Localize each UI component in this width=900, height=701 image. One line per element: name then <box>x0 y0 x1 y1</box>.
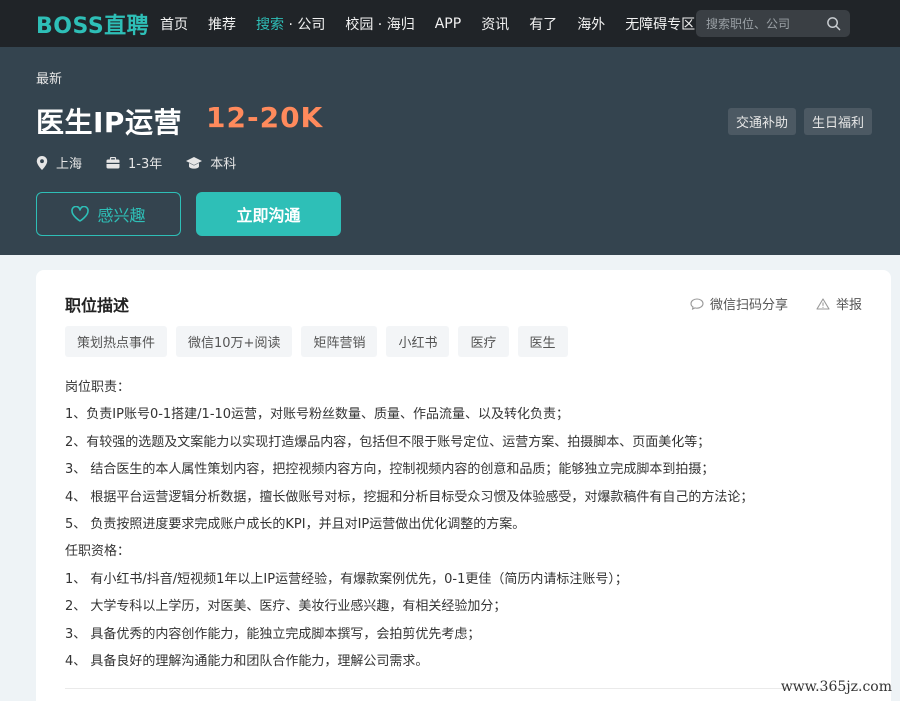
job-detail-card: 职位描述 微信扫码分享 举报 策划热点事件 微信10万+阅读 矩阵营销 小红书 … <box>36 270 891 701</box>
job-meta: 上海 1-3年 本科 <box>36 153 260 172</box>
requirement-line: 3、 具备优秀的内容创作能力，能独立完成脚本撰写，会拍剪优先考虑； <box>65 626 481 642</box>
search-box[interactable] <box>696 10 850 37</box>
description-line: 3、 结合医生的本人属性策划内容，把控视频内容方向，控制视频内容的创意和品质；能… <box>65 462 715 478</box>
nav-item-app[interactable]: APP <box>435 16 461 32</box>
interest-label: 感兴趣 <box>97 206 146 225</box>
skill-tag: 小红书 <box>386 326 450 357</box>
chat-label: 立即沟通 <box>236 206 301 225</box>
briefcase-icon <box>106 156 120 168</box>
skill-tag: 医生 <box>517 326 568 357</box>
description-heading: 岗位职责： <box>65 380 131 395</box>
description-line: 4、 根据平台运营逻辑分析数据，擅长做账号对标，挖掘和分析目标受众习惯及体验感受… <box>65 489 754 505</box>
requirements-heading: 任职资格： <box>65 544 131 560</box>
experience: 1-3年 <box>106 153 162 172</box>
experience-text: 1-3年 <box>128 157 163 172</box>
nav-item-overseas[interactable]: 海外 <box>577 14 605 34</box>
graduation-cap-icon <box>186 156 203 169</box>
search-icon[interactable] <box>826 16 841 31</box>
skill-tags: 策划热点事件 微信10万+阅读 矩阵营销 小红书 医疗 医生 <box>65 326 568 357</box>
nav-item-search[interactable]: 搜索 · 公司 <box>256 14 325 34</box>
top-navigation: BOSS直聘 首页 推荐 搜索 · 公司 校园 · 海归 APP 资讯 有了 海… <box>0 0 900 47</box>
search-input[interactable] <box>706 16 821 31</box>
location-pin-icon <box>36 155 48 170</box>
requirement-line: 1、 有小红书/抖音/短视频1年以上IP运营经验，有爆款案例优先，0-1更佳（简… <box>65 571 628 587</box>
location-text: 上海 <box>56 157 83 172</box>
logo[interactable]: BOSS直聘 <box>36 8 149 40</box>
nav-item-home[interactable]: 首页 <box>160 14 188 34</box>
location: 上海 <box>36 153 82 172</box>
nav-item-youle[interactable]: 有了 <box>529 14 557 34</box>
requirement-line: 4、 具备良好的理解沟通能力和团队合作能力，理解公司需求。 <box>65 653 429 669</box>
description-line: 5、 负责按照进度要求完成账户成长的KPI，并且对IP运营做出优化调整的方案。 <box>65 516 526 532</box>
nav-item-search-label[interactable]: 搜索 <box>256 17 284 33</box>
warning-icon <box>816 297 830 310</box>
nav-item-recommend[interactable]: 推荐 <box>208 14 236 34</box>
card-actions: 微信扫码分享 举报 <box>662 294 862 313</box>
divider <box>65 688 861 689</box>
skill-tag: 微信10万+阅读 <box>176 326 293 357</box>
salary: 12-20K <box>206 101 324 134</box>
benefit-tag: 交通补助 <box>727 108 796 135</box>
chat-now-button[interactable]: 立即沟通 <box>196 192 341 236</box>
benefit-tags: 交通补助 生日福利 <box>727 108 872 135</box>
nav-item-accessibility[interactable]: 无障碍专区 <box>625 14 695 34</box>
chat-bubble-icon <box>690 297 704 310</box>
section-title: 职位描述 <box>65 296 130 315</box>
nav-item-company[interactable]: · 公司 <box>288 17 325 33</box>
interest-button[interactable]: 感兴趣 <box>36 192 181 236</box>
wechat-share-button[interactable]: 微信扫码分享 <box>690 294 788 313</box>
job-description: 岗位职责： 1、负责IP账号0-1搭建/1-10运营，对账号粉丝数量、质量、作品… <box>65 374 865 675</box>
skill-tag: 矩阵营销 <box>301 326 378 357</box>
description-line: 1、负责IP账号0-1搭建/1-10运营，对账号粉丝数量、质量、作品流量、以及转… <box>65 407 570 423</box>
report-label: 举报 <box>835 298 862 313</box>
description-line: 2、有较强的选题及文案能力以实现打造爆品内容，包括但不限于账号定位、运营方案、拍… <box>65 434 711 450</box>
requirement-line: 2、 大学专科以上学历，对医美、医疗、美妆行业感兴趣，有相关经验加分； <box>65 599 507 615</box>
nav-item-news[interactable]: 资讯 <box>481 14 509 34</box>
job-banner: 最新 医生IP运营 12-20K 上海 1-3年 本科 交通补助 生日福利 感兴… <box>0 47 900 255</box>
skill-tag: 医疗 <box>458 326 509 357</box>
report-button[interactable]: 举报 <box>816 294 862 313</box>
new-tag: 最新 <box>36 72 63 87</box>
share-label: 微信扫码分享 <box>709 298 788 313</box>
heart-icon <box>71 206 90 222</box>
education: 本科 <box>186 153 236 172</box>
watermark: www.365jz.com <box>780 679 892 695</box>
benefit-tag: 生日福利 <box>803 108 872 135</box>
job-title: 医生IP运营 <box>36 106 182 139</box>
education-text: 本科 <box>210 157 237 172</box>
nav-menu: 首页 推荐 搜索 · 公司 校园 · 海归 APP 资讯 有了 海外 无障碍专区 <box>160 0 715 47</box>
nav-item-campus[interactable]: 校园 · 海归 <box>345 14 414 34</box>
skill-tag: 策划热点事件 <box>65 326 168 357</box>
